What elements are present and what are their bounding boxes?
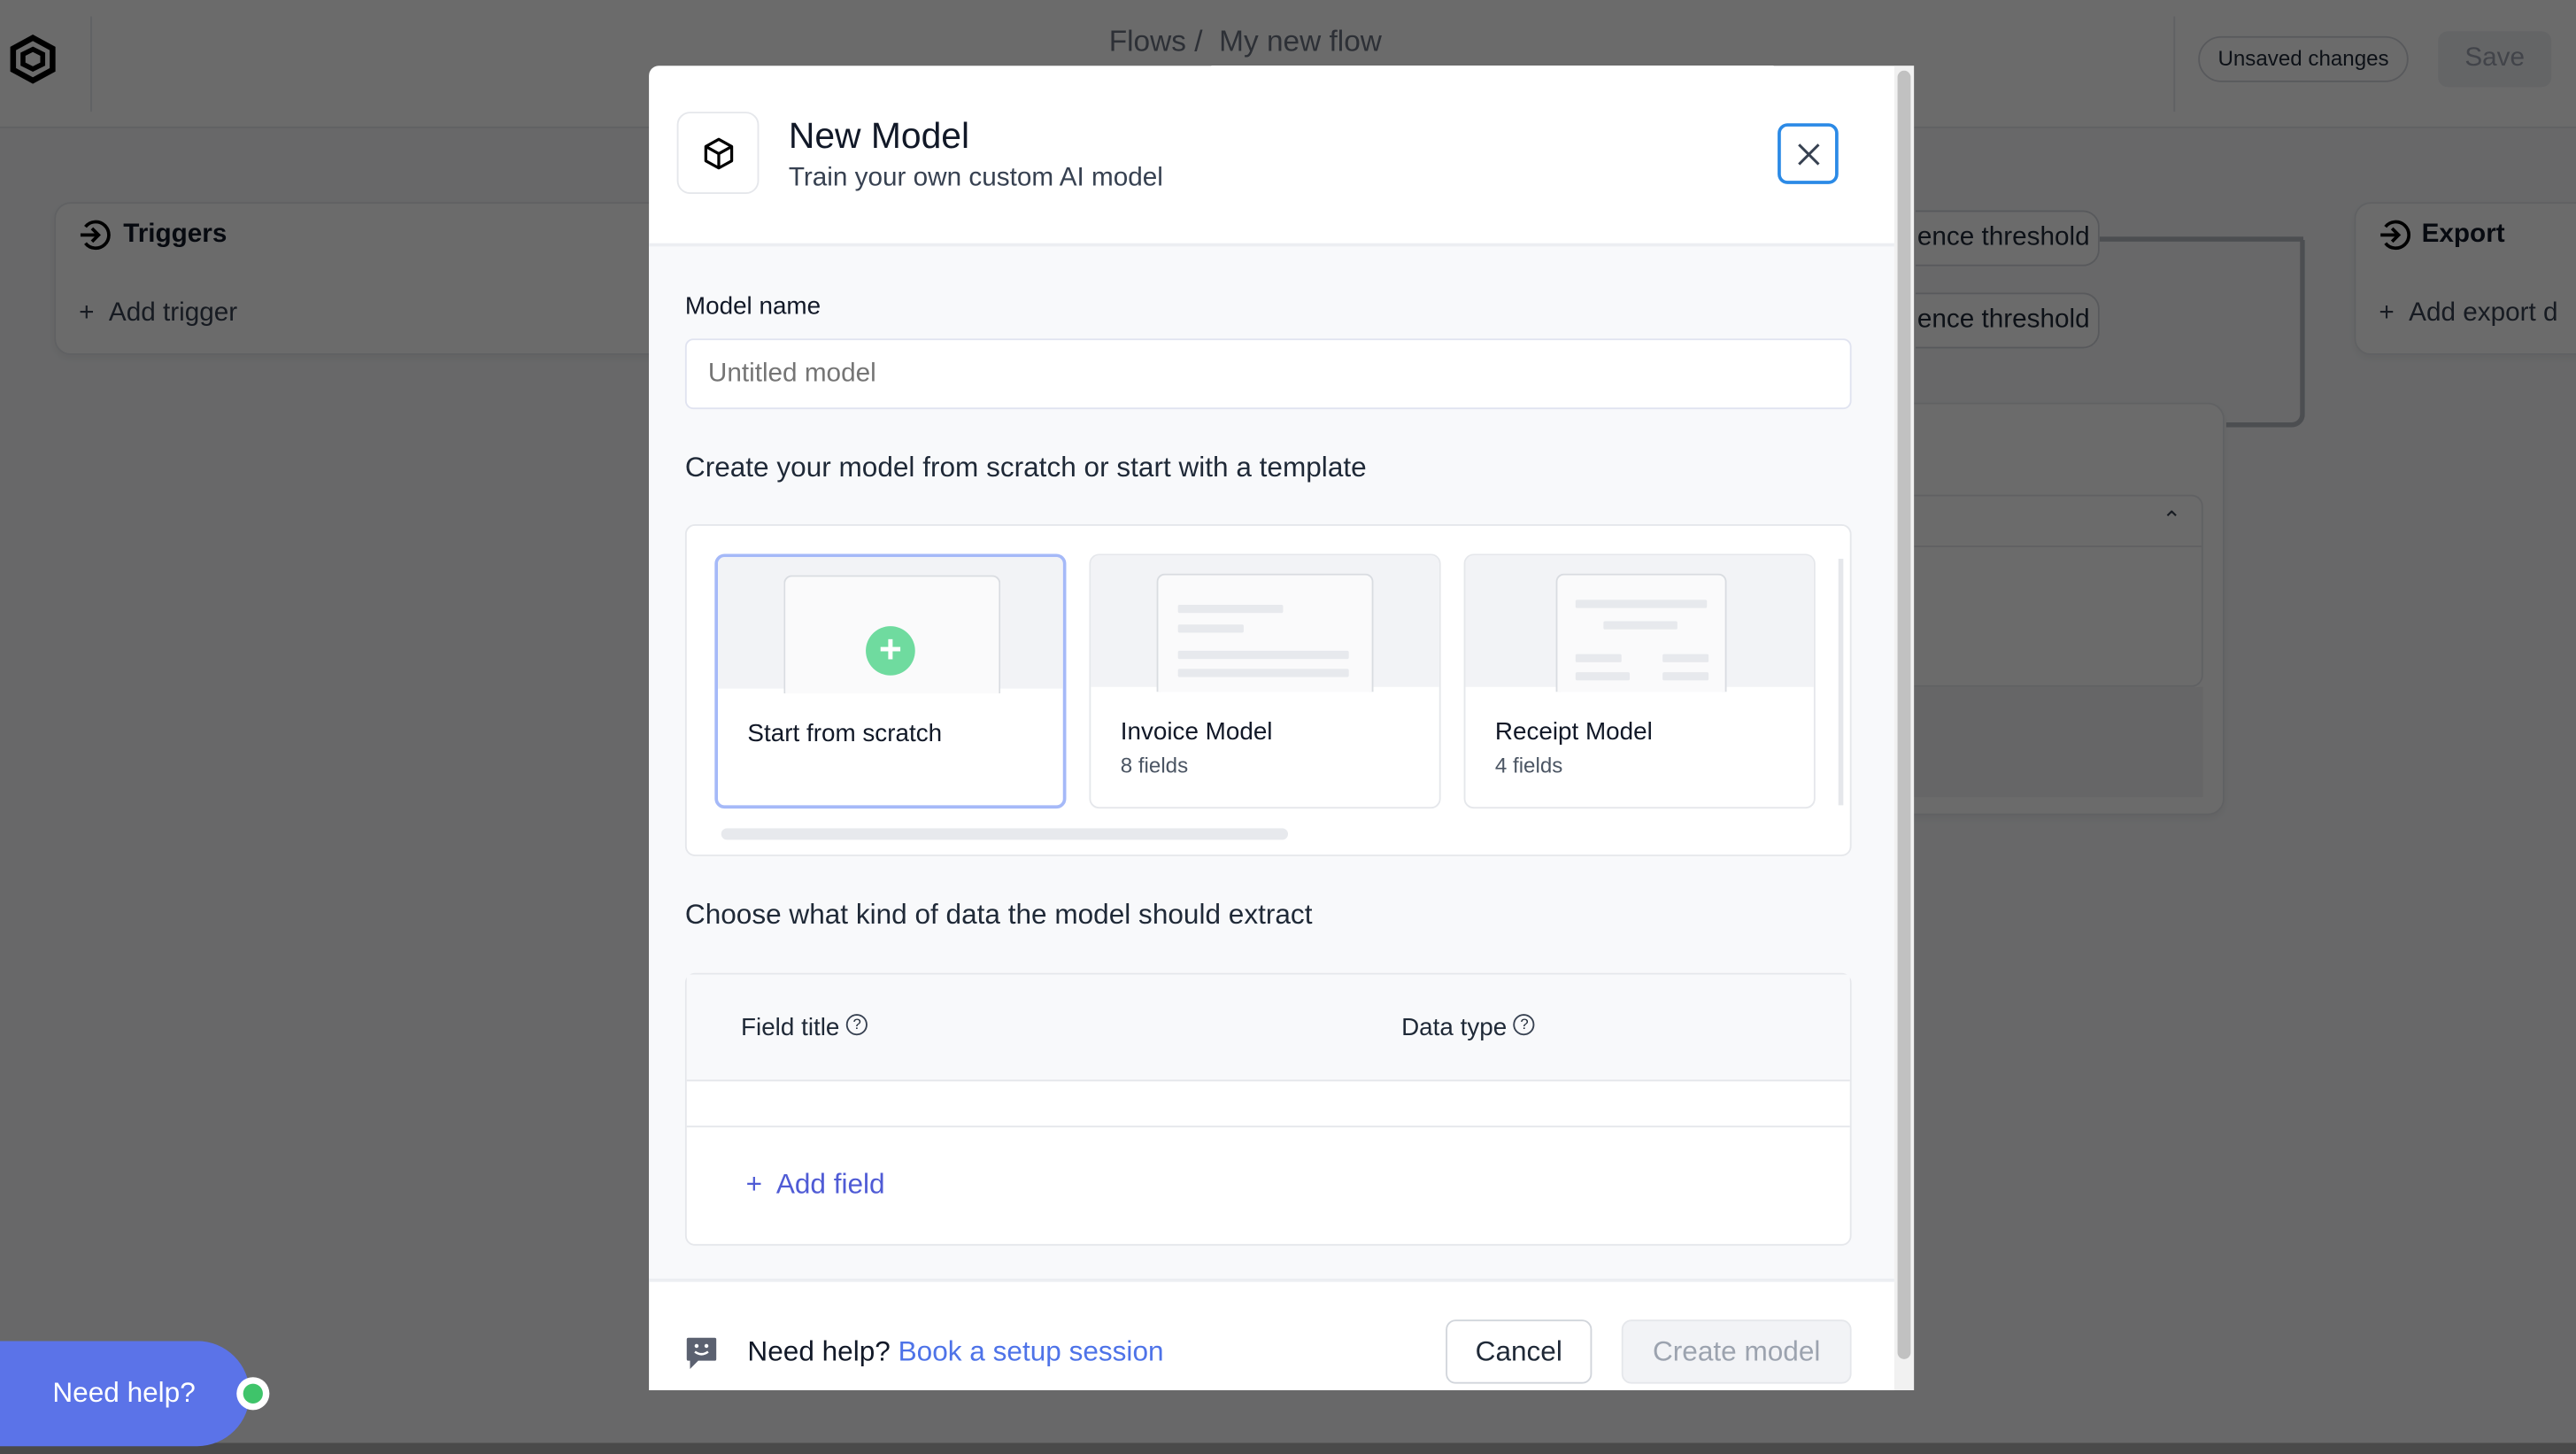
fields-table: Field title ? Data type ? + Add field bbox=[684, 972, 1852, 1246]
plus-icon: + bbox=[2379, 298, 2395, 328]
step-card: ⌃ bbox=[1872, 402, 2225, 816]
template-title: Start from scratch bbox=[747, 719, 943, 748]
enter-icon bbox=[80, 220, 111, 251]
add-field-button[interactable]: + Add field bbox=[746, 1169, 885, 1202]
help-circle-icon[interactable]: ? bbox=[1514, 1014, 1536, 1036]
template-card-invoice[interactable]: Invoice Model 8 fields bbox=[1089, 553, 1441, 809]
need-help-chat-button[interactable]: Need help? bbox=[0, 1341, 251, 1447]
fields-heading: Choose what kind of data the model shoul… bbox=[684, 899, 1313, 931]
chevron-up-icon[interactable]: ⌃ bbox=[2162, 507, 2181, 535]
column-label: Field title bbox=[741, 1014, 840, 1042]
enter-icon bbox=[2380, 220, 2410, 251]
flow-name[interactable]: My new flow bbox=[1219, 25, 1382, 58]
help-circle-icon[interactable]: ? bbox=[846, 1014, 868, 1036]
new-model-dialog: New Model Train your own custom AI model… bbox=[649, 66, 1915, 1391]
add-export-label: Add export d bbox=[2409, 298, 2558, 328]
model-icon-box bbox=[676, 112, 760, 194]
plus-icon: + bbox=[79, 298, 95, 328]
column-header-field-title: Field title ? bbox=[741, 1014, 868, 1042]
dialog-subtitle: Train your own custom AI model bbox=[788, 164, 1163, 193]
template-title: Receipt Model bbox=[1494, 718, 1653, 746]
model-name-label: Model name bbox=[684, 292, 821, 321]
cancel-button[interactable]: Cancel bbox=[1446, 1319, 1593, 1384]
column-label: Data type bbox=[1401, 1014, 1508, 1042]
template-subtitle: 8 fields bbox=[1120, 753, 1189, 777]
online-status-indicator bbox=[236, 1377, 270, 1411]
bottom-strip bbox=[0, 1442, 2576, 1454]
app-logo-icon[interactable] bbox=[10, 34, 56, 84]
close-button[interactable] bbox=[1778, 123, 1839, 184]
threshold-node[interactable]: ence threshold bbox=[1915, 292, 2100, 349]
threshold-node[interactable]: ence threshold bbox=[1915, 210, 2100, 267]
export-title: Export bbox=[2421, 220, 2505, 249]
export-card: Export + Add export d bbox=[2354, 202, 2576, 355]
template-card-receipt[interactable]: Receipt Model 4 fields bbox=[1463, 553, 1816, 809]
dialog-title: New Model bbox=[788, 114, 970, 157]
breadcrumb: Flows / My new flow bbox=[1109, 25, 1382, 59]
breadcrumb-flows[interactable]: Flows / bbox=[1109, 25, 1203, 58]
unsaved-changes-badge: Unsaved changes bbox=[2198, 35, 2409, 82]
step-section: ⌃ bbox=[1891, 494, 2203, 687]
scrollbar-thumb[interactable] bbox=[1897, 70, 1911, 1359]
receipt-thumbnail bbox=[1555, 573, 1727, 692]
dialog-body: Model name Create your model from scratc… bbox=[649, 243, 1894, 1282]
triggers-card: Triggers + Add trigger bbox=[54, 202, 744, 355]
create-model-button[interactable]: Create model bbox=[1621, 1319, 1852, 1384]
add-trigger-button[interactable]: + Add trigger bbox=[79, 299, 237, 329]
add-export-button[interactable]: + Add export d bbox=[2379, 299, 2557, 329]
cube-icon bbox=[704, 137, 734, 170]
plus-circle-icon: + bbox=[866, 626, 915, 676]
connector bbox=[2225, 239, 2305, 428]
add-trigger-label: Add trigger bbox=[108, 298, 238, 328]
dialog-scrollbar[interactable] bbox=[1893, 66, 1915, 1391]
template-subtitle: 4 fields bbox=[1494, 753, 1563, 777]
book-setup-session-link[interactable]: Book a setup session bbox=[899, 1336, 1164, 1367]
template-card-scratch[interactable]: + Start from scratch bbox=[714, 553, 1067, 809]
help-footer: Need help? Book a setup session bbox=[747, 1336, 1163, 1369]
plus-icon: + bbox=[745, 1168, 763, 1200]
template-carousel: + Start from scratch Invoice Model 8 fie… bbox=[684, 524, 1852, 856]
column-header-data-type: Data type ? bbox=[1401, 1014, 1536, 1042]
table-header: Field title ? Data type ? bbox=[686, 974, 1850, 1082]
chat-smile-icon bbox=[685, 1336, 718, 1373]
close-icon bbox=[1797, 143, 1819, 165]
add-field-label: Add field bbox=[775, 1168, 885, 1200]
template-title: Invoice Model bbox=[1120, 718, 1273, 746]
carousel-scrollbar[interactable] bbox=[721, 828, 1289, 840]
model-name-input[interactable] bbox=[684, 338, 1852, 410]
save-button[interactable]: Save bbox=[2438, 31, 2552, 88]
help-text: Need help? bbox=[747, 1335, 891, 1368]
template-heading: Create your model from scratch or start … bbox=[684, 452, 1367, 483]
invoice-thumbnail bbox=[1156, 573, 1374, 692]
triggers-title: Triggers bbox=[123, 220, 228, 249]
